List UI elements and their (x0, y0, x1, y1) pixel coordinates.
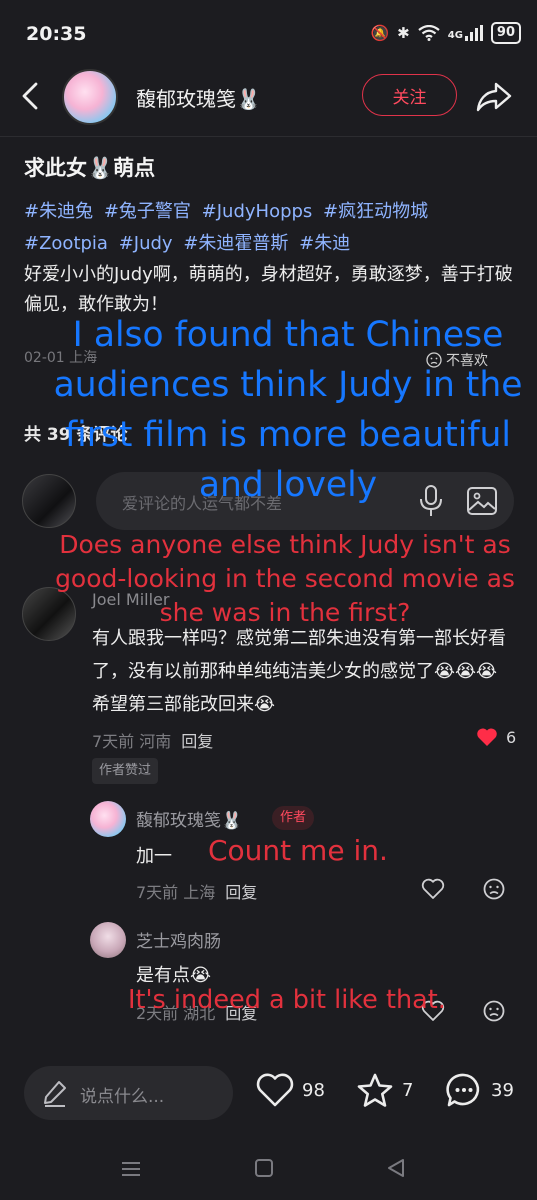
post-title: 求此女🐰萌点 (24, 156, 156, 180)
favorite-count: 7 (402, 1079, 414, 1101)
overlay-annotation-blue: I also found that Chinese audiences thin… (53, 315, 523, 505)
comment-like-button[interactable]: 6 (476, 727, 516, 747)
comment-meta: 7天前 河南 回复 (92, 728, 213, 752)
reply-button[interactable]: 回复 (181, 732, 213, 751)
like-count: 98 (302, 1079, 325, 1101)
reply-text: 加一 (136, 846, 172, 867)
reply-name[interactable]: 馥郁玫瑰笺🐰 (136, 806, 242, 831)
favorite-button[interactable]: 7 (356, 1072, 413, 1108)
dislike-face-icon[interactable] (482, 999, 506, 1023)
back-button[interactable] (18, 80, 46, 112)
status-bar: 20:35 🔕 ✱ 4G 90 (0, 0, 537, 60)
author-tag-badge: 作者 (272, 806, 315, 830)
pen-icon (42, 1079, 68, 1107)
tag-link[interactable]: #Judy (119, 233, 173, 254)
bluetooth-icon: ✱ (397, 24, 410, 42)
header-divider (0, 136, 537, 137)
heart-icon[interactable] (421, 878, 445, 900)
comment-like-count: 6 (506, 727, 517, 747)
author-name[interactable]: 馥郁玫瑰笺🐰 (136, 83, 261, 112)
tag-link[interactable]: #Zootpia (24, 233, 108, 254)
status-time: 20:35 (26, 23, 87, 45)
tag-link[interactable]: #兔子警官 (104, 201, 191, 222)
comment-button[interactable]: 39 (445, 1072, 514, 1108)
comment-bubble-icon (446, 1073, 480, 1107)
author-avatar[interactable] (62, 69, 118, 125)
tag-link[interactable]: #朱迪兔 (24, 201, 93, 222)
reply-avatar[interactable] (90, 801, 126, 837)
tag-link[interactable]: #JudyHopps (202, 201, 313, 222)
tag-link[interactable]: #疯狂动物城 (323, 201, 428, 222)
status-icons: 🔕 ✱ 4G 90 (370, 22, 521, 44)
reply-name[interactable]: 芝士鸡肉肠 (136, 927, 221, 952)
overlay-annotation-red: Count me in. (208, 834, 388, 867)
recent-apps-icon[interactable] (120, 1160, 142, 1178)
nav-back-icon[interactable] (386, 1157, 406, 1179)
author-liked-badge: 作者赞过 (92, 758, 159, 784)
cell-signal-icon: 4G (448, 25, 483, 41)
post-tags: #朱迪兔 #兔子警官 #JudyHopps #疯狂动物城 #Zootpia #J… (24, 196, 524, 260)
mute-bell-icon: 🔕 (370, 24, 390, 42)
heart-icon (256, 1073, 294, 1107)
share-button[interactable] (474, 76, 514, 116)
comment-total-count: 39 (491, 1079, 514, 1101)
network-type: 4G (447, 30, 463, 41)
reply-text: 是有点😭 (136, 965, 212, 986)
tag-link[interactable]: #朱迪霍普斯 (183, 233, 288, 254)
tag-link[interactable]: #朱迪 (299, 233, 350, 254)
say-something-placeholder: 说点什么... (80, 1087, 165, 1107)
reply-meta: 7天前 上海 回复 (136, 879, 257, 903)
heart-filled-icon (477, 728, 497, 746)
star-icon (357, 1073, 393, 1107)
battery-indicator: 90 (490, 22, 521, 44)
comment-text: 有人跟我一样吗？感觉第二部朱迪没有第一部长好看了，没有以前那种单纯纯洁美少女的感… (92, 628, 506, 715)
overlay-annotation-red: It's indeed a bit like that. (128, 985, 446, 1015)
like-button[interactable]: 98 (256, 1072, 325, 1108)
wifi-icon (418, 25, 440, 41)
overlay-annotation-red: Does anyone else think Judy isn't as goo… (55, 530, 515, 627)
reply-button[interactable]: 回复 (225, 883, 257, 902)
reply-avatar[interactable] (90, 922, 126, 958)
home-icon[interactable] (254, 1158, 274, 1178)
comment-time-location: 7天前 河南 (92, 732, 172, 751)
dislike-face-icon[interactable] (482, 877, 506, 901)
follow-button[interactable]: 关注 (362, 74, 457, 116)
reply-time-location: 7天前 上海 (136, 883, 216, 902)
